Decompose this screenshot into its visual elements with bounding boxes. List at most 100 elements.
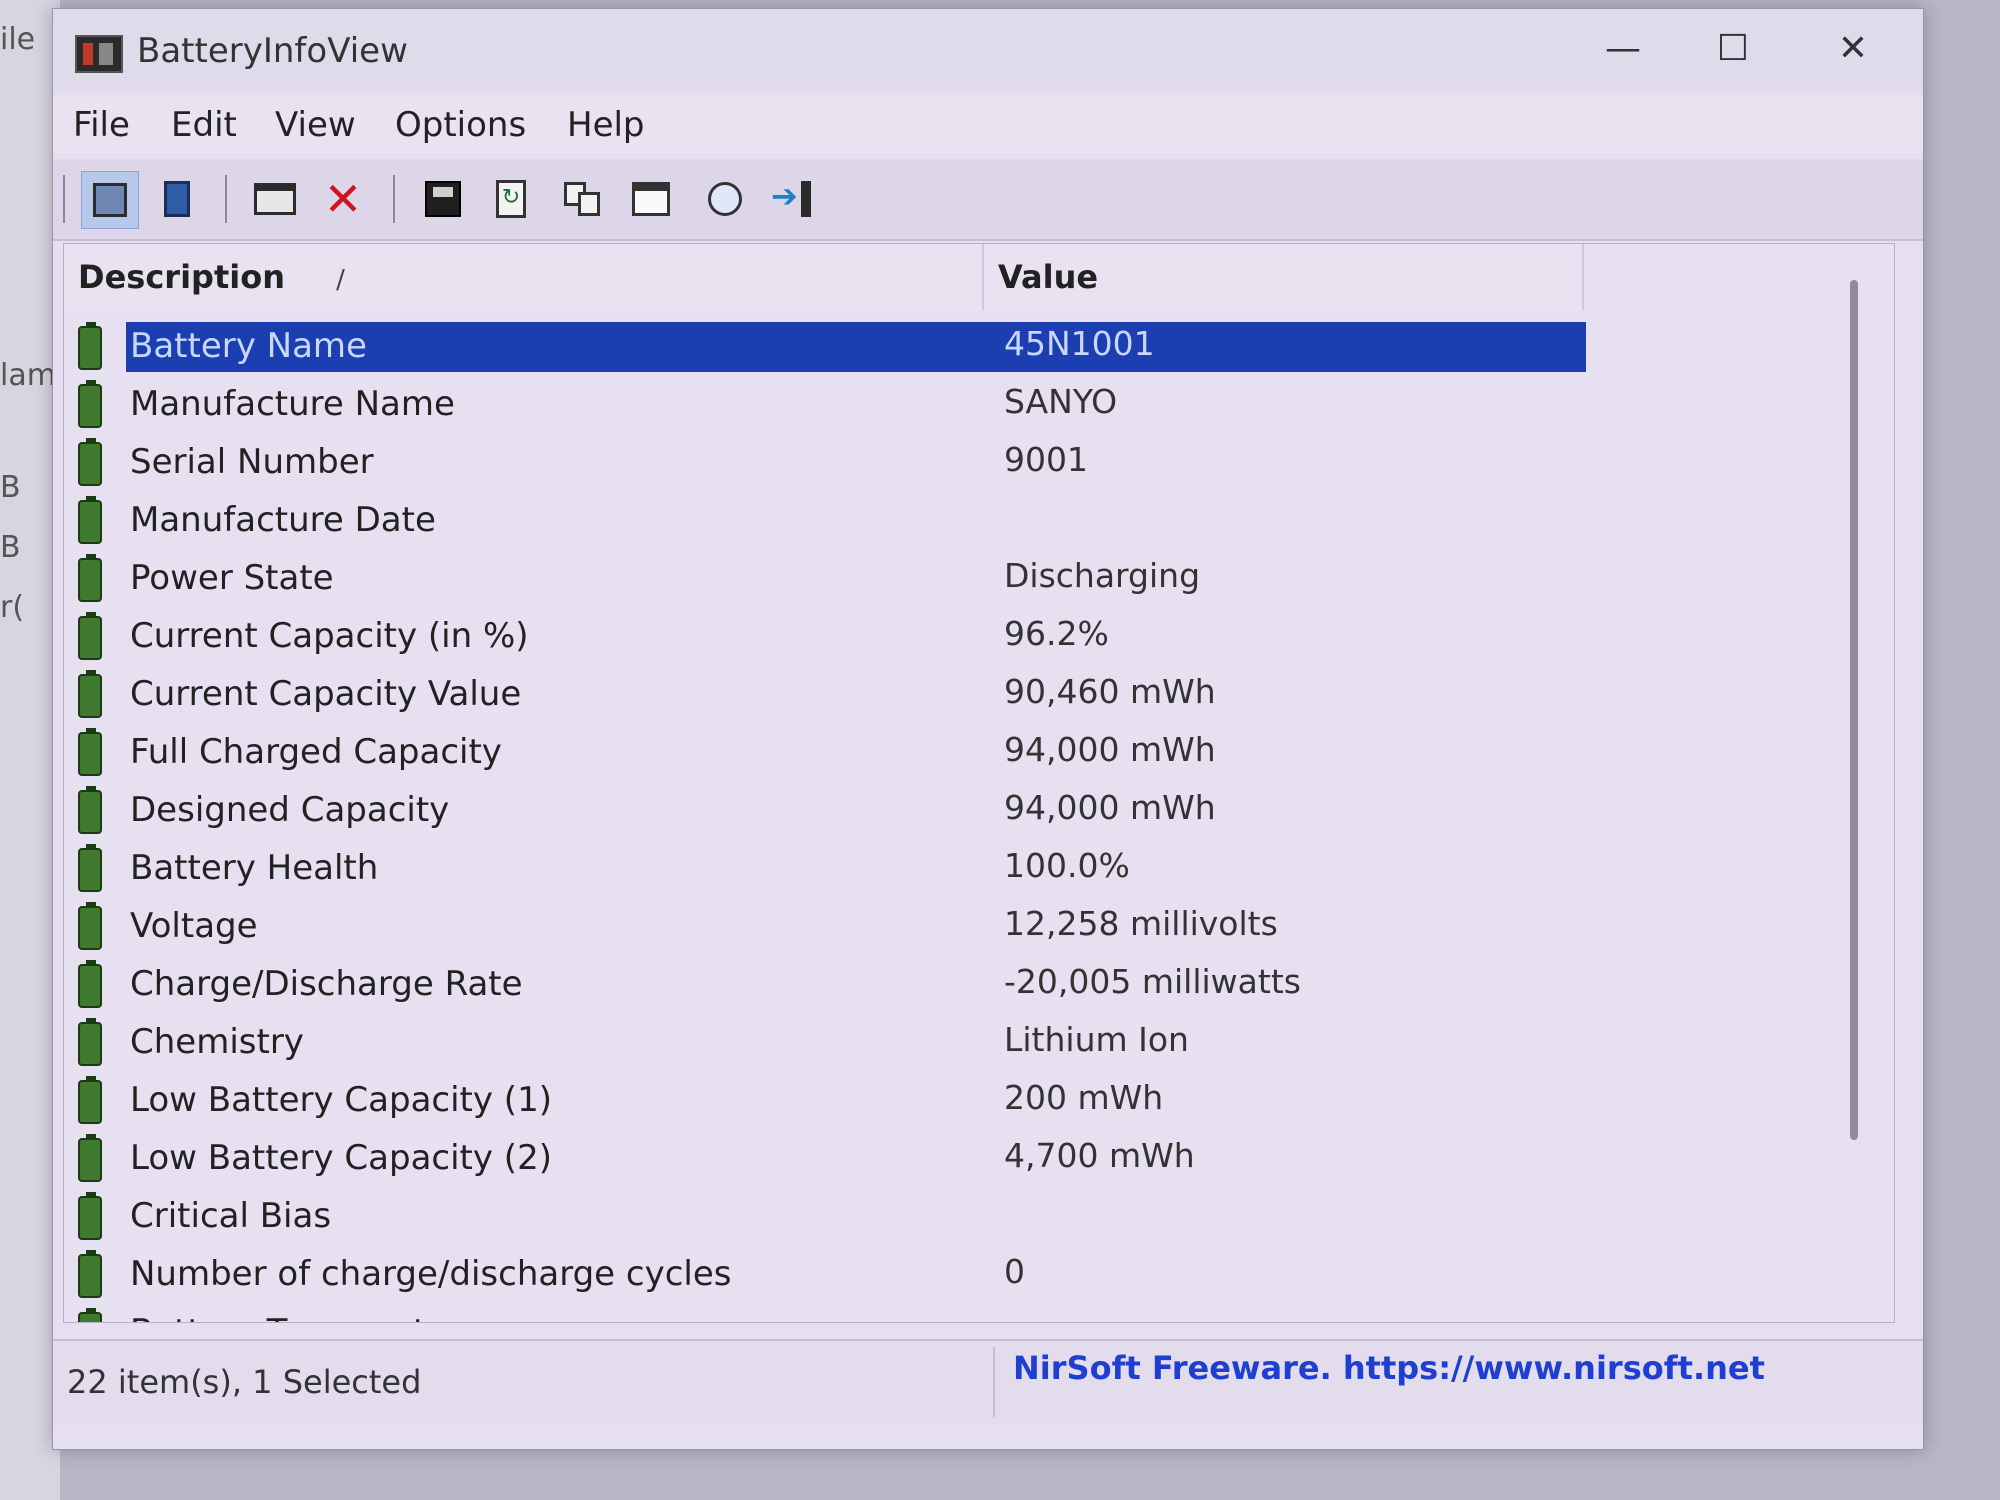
- row-description: Manufacture Name: [130, 384, 455, 424]
- table-row[interactable]: Battery Health 100.0%: [64, 844, 1584, 902]
- copy-button[interactable]: [555, 171, 611, 227]
- row-description: Manufacture Date: [130, 500, 436, 540]
- table-row[interactable]: Manufacture Name SANYO: [64, 380, 1584, 438]
- row-description: Voltage: [130, 906, 258, 946]
- battery-icon: [78, 380, 102, 428]
- status-separator: [993, 1347, 995, 1417]
- row-value: Discharging: [1004, 556, 1201, 595]
- battery-icon: [78, 1134, 102, 1182]
- battery-icon: [78, 960, 102, 1008]
- battery-icon: [78, 670, 102, 718]
- table-row[interactable]: Chemistry Lithium Ion: [64, 1018, 1584, 1076]
- menu-options[interactable]: Options: [395, 105, 526, 145]
- find-icon: [708, 182, 742, 216]
- menu-file[interactable]: File: [73, 105, 130, 145]
- row-description: Full Charged Capacity: [130, 732, 502, 772]
- menu-edit[interactable]: Edit: [171, 105, 237, 145]
- battery-icon: [78, 1076, 102, 1124]
- row-value: 94,000 mWh: [1004, 730, 1216, 769]
- table-row[interactable]: Designed Capacity 94,000 mWh: [64, 786, 1584, 844]
- battery-icon: [78, 902, 102, 950]
- row-value: 45N1001: [1004, 324, 1155, 363]
- column-header-description[interactable]: Description /: [64, 244, 984, 310]
- refresh-button[interactable]: ↻: [483, 171, 539, 227]
- nirsoft-link[interactable]: NirSoft Freeware. https://www.nirsoft.ne…: [1013, 1349, 1765, 1387]
- menu-bar: File Edit View Options Help: [53, 97, 1923, 153]
- row-description: Current Capacity (in %): [130, 616, 529, 656]
- battery-icon: [78, 554, 102, 602]
- toolbar-separator: [225, 175, 227, 223]
- find-button[interactable]: [697, 171, 753, 227]
- save-icon: [425, 181, 461, 217]
- battery-icon: [78, 1250, 102, 1298]
- table-row[interactable]: Battery Name 45N1001: [64, 322, 1586, 380]
- column-header-label: Description: [78, 258, 285, 296]
- toolbar-separator: [393, 175, 395, 223]
- table-row[interactable]: Battery Temperature: [64, 1308, 1584, 1322]
- battery-icon: [78, 844, 102, 892]
- menu-view[interactable]: View: [275, 105, 356, 145]
- table-row[interactable]: Power State Discharging: [64, 554, 1584, 612]
- column-header-value[interactable]: Value: [984, 244, 1584, 310]
- table-row[interactable]: Manufacture Date: [64, 496, 1584, 554]
- maximize-button[interactable]: ☐: [1683, 19, 1783, 79]
- window-icon: [254, 183, 296, 215]
- menu-help[interactable]: Help: [567, 105, 645, 145]
- battery-log-mode-button[interactable]: [149, 171, 205, 227]
- refresh-icon: ↻: [496, 180, 526, 218]
- row-value: 200 mWh: [1004, 1078, 1164, 1117]
- table-row[interactable]: Voltage 12,258 millivolts: [64, 902, 1584, 960]
- background-text: B: [0, 530, 21, 565]
- table-row[interactable]: Low Battery Capacity (2) 4,700 mWh: [64, 1134, 1584, 1192]
- row-value: -20,005 milliwatts: [1004, 962, 1301, 1001]
- battery-icon: [78, 438, 102, 486]
- battery-info-list[interactable]: Description / Value Battery Name 45N1001 M…: [63, 243, 1895, 1323]
- row-value: 90,460 mWh: [1004, 672, 1216, 711]
- toolbar-separator: [63, 175, 65, 223]
- battery-icon: [78, 1192, 102, 1240]
- row-description: Charge/Discharge Rate: [130, 964, 523, 1004]
- row-description: Number of charge/discharge cycles: [130, 1254, 732, 1294]
- list-view-icon: [93, 183, 127, 217]
- background-text: r(: [0, 590, 25, 625]
- row-description: Designed Capacity: [130, 790, 450, 830]
- minimize-button[interactable]: —: [1573, 19, 1673, 79]
- row-description: Battery Temperature: [130, 1312, 482, 1322]
- row-description: Serial Number: [130, 442, 374, 482]
- background-text: ile: [0, 22, 36, 57]
- vertical-scrollbar[interactable]: [1850, 280, 1858, 1140]
- background-window: ile lam B B r(: [0, 0, 60, 1500]
- columns-button[interactable]: [247, 171, 303, 227]
- battery-icon: [78, 728, 102, 776]
- table-row[interactable]: Number of charge/discharge cycles 0: [64, 1250, 1584, 1308]
- properties-icon: [632, 182, 670, 216]
- close-button[interactable]: ✕: [1803, 19, 1903, 79]
- delete-button[interactable]: ✕: [315, 171, 371, 227]
- table-row[interactable]: Current Capacity (in %) 96.2%: [64, 612, 1584, 670]
- row-description: Power State: [130, 558, 334, 598]
- table-row[interactable]: Low Battery Capacity (1) 200 mWh: [64, 1076, 1584, 1134]
- table-row[interactable]: Full Charged Capacity 94,000 mWh: [64, 728, 1584, 786]
- table-row[interactable]: Critical Bias: [64, 1192, 1584, 1250]
- row-description: Battery Health: [130, 848, 379, 888]
- window-title: BatteryInfoView: [137, 31, 408, 71]
- row-description: Battery Name: [130, 326, 367, 366]
- row-value: 94,000 mWh: [1004, 788, 1216, 827]
- battery-info-mode-button[interactable]: [81, 171, 139, 229]
- table-row[interactable]: Charge/Discharge Rate -20,005 milliwatts: [64, 960, 1584, 1018]
- title-bar[interactable]: BatteryInfoView — ☐ ✕: [53, 9, 1923, 93]
- sort-indicator-icon: /: [336, 265, 345, 295]
- battery-icon: [78, 1308, 102, 1322]
- clipboard-icon: [164, 181, 190, 217]
- row-value: 96.2%: [1004, 614, 1109, 653]
- column-header-label: Value: [998, 258, 1099, 296]
- row-value: 9001: [1004, 440, 1088, 479]
- row-value: SANYO: [1004, 382, 1118, 421]
- app-icon: [75, 35, 123, 73]
- table-row[interactable]: Serial Number 9001: [64, 438, 1584, 496]
- row-value: Lithium Ion: [1004, 1020, 1189, 1059]
- exit-button[interactable]: [765, 171, 821, 227]
- table-row[interactable]: Current Capacity Value 90,460 mWh: [64, 670, 1584, 728]
- save-button[interactable]: [415, 171, 471, 227]
- properties-button[interactable]: [623, 171, 679, 227]
